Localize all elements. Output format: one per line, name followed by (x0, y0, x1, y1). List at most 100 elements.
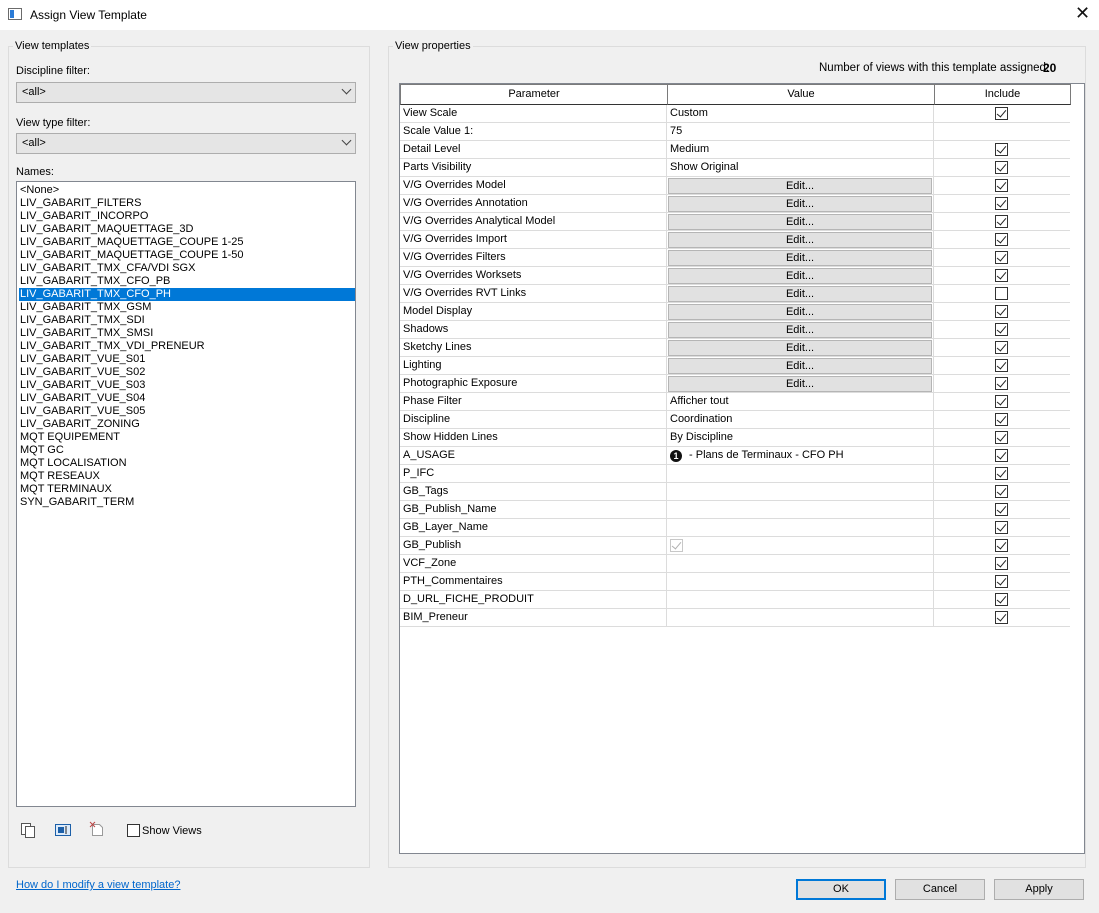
parameter-cell[interactable]: D_URL_FICHE_PRODUIT (400, 591, 667, 609)
parameter-cell[interactable]: V/G Overrides RVT Links (400, 285, 667, 303)
value-cell[interactable]: Edit... (667, 357, 934, 375)
edit-button[interactable]: Edit... (668, 322, 932, 338)
list-item[interactable]: LIV_GABARIT_TMX_GSM (19, 301, 355, 314)
include-checkbox[interactable] (995, 233, 1008, 246)
value-cell[interactable]: 75 (667, 123, 934, 141)
parameter-cell[interactable]: V/G Overrides Worksets (400, 267, 667, 285)
include-checkbox[interactable] (995, 215, 1008, 228)
include-checkbox[interactable] (995, 341, 1008, 354)
value-cell[interactable]: Edit... (667, 303, 934, 321)
value-cell[interactable]: Show Original (667, 159, 934, 177)
include-checkbox[interactable] (995, 467, 1008, 480)
parameter-cell[interactable]: Show Hidden Lines (400, 429, 667, 447)
parameter-cell[interactable]: Parts Visibility (400, 159, 667, 177)
list-item[interactable]: LIV_GABARIT_MAQUETTAGE_3D (19, 223, 355, 236)
edit-button[interactable]: Edit... (668, 358, 932, 374)
show-views-checkbox[interactable] (127, 824, 140, 837)
parameter-cell[interactable]: GB_Layer_Name (400, 519, 667, 537)
cancel-button[interactable]: Cancel (895, 879, 985, 900)
parameter-cell[interactable]: Scale Value 1: (400, 123, 667, 141)
close-button[interactable]: ✕ (1066, 0, 1099, 30)
parameter-cell[interactable]: VCF_Zone (400, 555, 667, 573)
parameter-cell[interactable]: Shadows (400, 321, 667, 339)
value-cell[interactable]: Edit... (667, 375, 934, 393)
list-item[interactable]: MQT EQUIPEMENT (19, 431, 355, 444)
parameter-cell[interactable]: A_USAGE (400, 447, 667, 465)
edit-button[interactable]: Edit... (668, 376, 932, 392)
list-item[interactable]: LIV_GABARIT_TMX_CFO_PB (19, 275, 355, 288)
value-cell[interactable] (667, 555, 934, 573)
list-item[interactable]: LIV_GABARIT_INCORPO (19, 210, 355, 223)
value-cell[interactable]: Medium (667, 141, 934, 159)
value-cell[interactable]: Edit... (667, 231, 934, 249)
parameter-cell[interactable]: Lighting (400, 357, 667, 375)
parameter-cell[interactable]: Discipline (400, 411, 667, 429)
template-names-list[interactable]: <None> LIV_GABARIT_FILTERS LIV_GABARIT_INC… (16, 181, 356, 807)
parameter-cell[interactable]: GB_Publish_Name (400, 501, 667, 519)
parameter-cell[interactable]: P_IFC (400, 465, 667, 483)
include-checkbox[interactable] (995, 269, 1008, 282)
apply-button[interactable]: Apply (994, 879, 1084, 900)
parameter-cell[interactable]: Model Display (400, 303, 667, 321)
include-checkbox[interactable] (995, 611, 1008, 624)
value-cell[interactable]: Edit... (667, 321, 934, 339)
include-checkbox[interactable] (995, 251, 1008, 264)
include-checkbox[interactable] (995, 485, 1008, 498)
list-item[interactable]: LIV_GABARIT_VUE_S02 (19, 366, 355, 379)
edit-button[interactable]: Edit... (668, 304, 932, 320)
value-cell[interactable] (667, 483, 934, 501)
edit-button[interactable]: Edit... (668, 232, 932, 248)
value-cell[interactable]: Edit... (667, 267, 934, 285)
parameter-cell[interactable]: BIM_Preneur (400, 609, 667, 627)
list-item[interactable]: LIV_GABARIT_VUE_S01 (19, 353, 355, 366)
value-cell[interactable] (667, 465, 934, 483)
include-checkbox[interactable] (995, 557, 1008, 570)
value-cell[interactable] (667, 591, 934, 609)
value-cell[interactable] (667, 573, 934, 591)
parameter-cell[interactable]: PTH_Commentaires (400, 573, 667, 591)
list-item[interactable]: MQT RESEAUX (19, 470, 355, 483)
value-cell[interactable]: Edit... (667, 339, 934, 357)
edit-button[interactable]: Edit... (668, 214, 932, 230)
parameter-cell[interactable]: V/G Overrides Model (400, 177, 667, 195)
include-checkbox[interactable] (995, 323, 1008, 336)
view-type-filter-select[interactable]: <all> (16, 133, 356, 154)
include-checkbox[interactable] (995, 575, 1008, 588)
edit-button[interactable]: Edit... (668, 196, 932, 212)
duplicate-icon[interactable] (20, 822, 36, 838)
value-cell[interactable]: Edit... (667, 285, 934, 303)
include-checkbox[interactable] (995, 449, 1008, 462)
parameter-cell[interactable]: Phase Filter (400, 393, 667, 411)
list-item[interactable]: LIV_GABARIT_VUE_S05 (19, 405, 355, 418)
edit-button[interactable]: Edit... (668, 286, 932, 302)
value-cell[interactable] (667, 537, 934, 555)
value-cell[interactable]: Custom (667, 105, 934, 123)
help-link[interactable]: How do I modify a view template? (16, 879, 180, 891)
include-checkbox[interactable] (995, 143, 1008, 156)
include-checkbox[interactable] (995, 431, 1008, 444)
parameter-cell[interactable]: V/G Overrides Analytical Model (400, 213, 667, 231)
include-checkbox[interactable] (995, 359, 1008, 372)
parameter-cell[interactable]: GB_Publish (400, 537, 667, 555)
include-checkbox[interactable] (995, 161, 1008, 174)
ok-button[interactable]: OK (796, 879, 886, 900)
list-item[interactable]: SYN_GABARIT_TERM (19, 496, 355, 509)
include-checkbox[interactable] (995, 179, 1008, 192)
column-header-include[interactable]: Include (934, 84, 1071, 105)
list-item[interactable]: LIV_GABARIT_MAQUETTAGE_COUPE 1-50 (19, 249, 355, 262)
value-cell[interactable]: Edit... (667, 195, 934, 213)
include-checkbox[interactable] (995, 107, 1008, 120)
parameter-cell[interactable]: View Scale (400, 105, 667, 123)
column-header-value[interactable]: Value (667, 84, 935, 105)
parameter-cell[interactable]: Photographic Exposure (400, 375, 667, 393)
parameter-cell[interactable]: V/G Overrides Import (400, 231, 667, 249)
discipline-filter-select[interactable]: <all> (16, 82, 356, 103)
value-cell[interactable]: Edit... (667, 177, 934, 195)
edit-button[interactable]: Edit... (668, 340, 932, 356)
list-item[interactable]: LIV_GABARIT_TMX_SDI (19, 314, 355, 327)
delete-icon[interactable] (89, 821, 105, 837)
list-item[interactable]: LIV_GABARIT_MAQUETTAGE_COUPE 1-25 (19, 236, 355, 249)
list-item[interactable]: LIV_GABARIT_VUE_S03 (19, 379, 355, 392)
list-item[interactable]: LIV_GABARIT_TMX_VDI_PRENEUR (19, 340, 355, 353)
include-checkbox[interactable] (995, 521, 1008, 534)
